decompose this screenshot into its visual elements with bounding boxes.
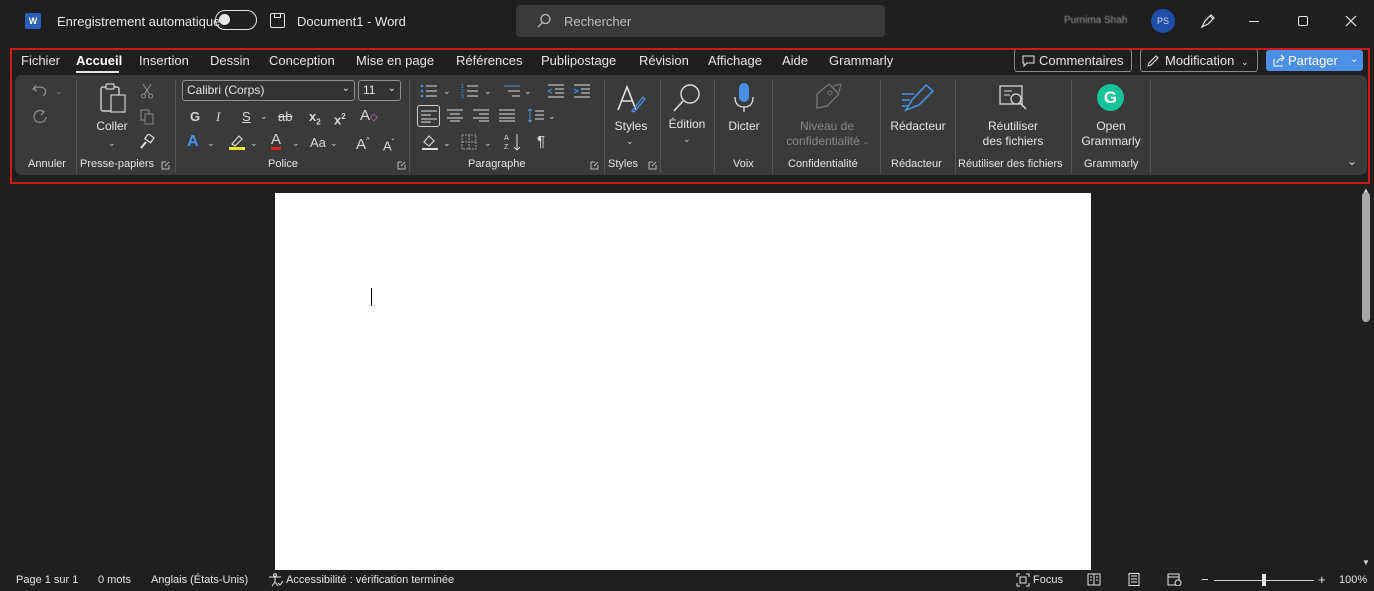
save-icon[interactable] <box>270 13 285 28</box>
zoom-level[interactable]: 100% <box>1339 574 1367 586</box>
search-icon <box>537 13 551 28</box>
close-icon[interactable] <box>1345 15 1357 27</box>
page-count[interactable]: Page 1 sur 1 <box>16 574 78 586</box>
word-logo-icon[interactable]: W <box>25 13 41 29</box>
web-layout-icon[interactable] <box>1167 573 1182 586</box>
restore-icon[interactable] <box>1298 16 1308 26</box>
focus-label[interactable]: Focus <box>1033 574 1063 586</box>
left-strip <box>0 43 10 591</box>
scrollbar-thumb[interactable] <box>1362 192 1370 322</box>
toggle-knob <box>219 14 230 25</box>
ribbon-highlight-frame <box>10 48 1370 184</box>
word-count[interactable]: 0 mots <box>98 574 131 586</box>
focus-icon[interactable] <box>1016 573 1030 587</box>
scroll-down-icon[interactable]: ▼ <box>1362 555 1370 571</box>
zoom-in-button[interactable]: + <box>1318 572 1326 587</box>
avatar[interactable]: PS <box>1151 9 1175 33</box>
pen-icon[interactable] <box>1199 12 1217 30</box>
accessibility-status[interactable]: Accessibilité : vérification terminée <box>286 574 454 586</box>
zoom-slider-thumb[interactable] <box>1262 574 1266 586</box>
search-placeholder: Rechercher <box>564 14 632 29</box>
text-cursor <box>371 288 372 306</box>
accessibility-icon[interactable] <box>268 573 284 587</box>
document-title[interactable]: Document1 - Word <box>297 14 406 29</box>
language[interactable]: Anglais (États-Unis) <box>151 574 248 586</box>
autosave-toggle[interactable] <box>215 10 257 30</box>
autosave-label: Enregistrement automatique <box>57 14 221 29</box>
document-page[interactable] <box>275 193 1091 570</box>
read-mode-icon[interactable] <box>1087 573 1101 586</box>
user-name[interactable]: Purnima Shah <box>1064 15 1127 26</box>
zoom-out-button[interactable]: − <box>1201 572 1209 587</box>
print-layout-icon[interactable] <box>1127 573 1141 586</box>
search-box[interactable]: Rechercher <box>516 5 885 37</box>
minimize-icon[interactable] <box>1249 21 1259 22</box>
